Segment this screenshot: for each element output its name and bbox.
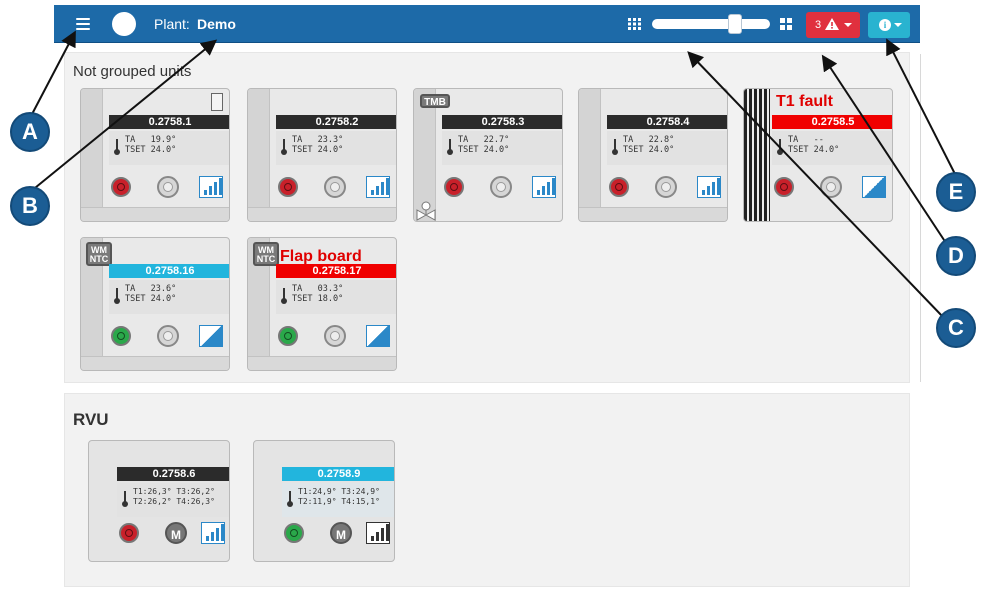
callout-arrows (29, 30, 957, 319)
app-screen: Plant: Demo 3 i Not grouped units 0.2758… (0, 0, 984, 589)
callout-c: C (936, 308, 976, 348)
callout-a: A (10, 112, 50, 152)
callout-e: E (936, 172, 976, 212)
callout-b: B (10, 186, 50, 226)
callout-d: D (936, 236, 976, 276)
